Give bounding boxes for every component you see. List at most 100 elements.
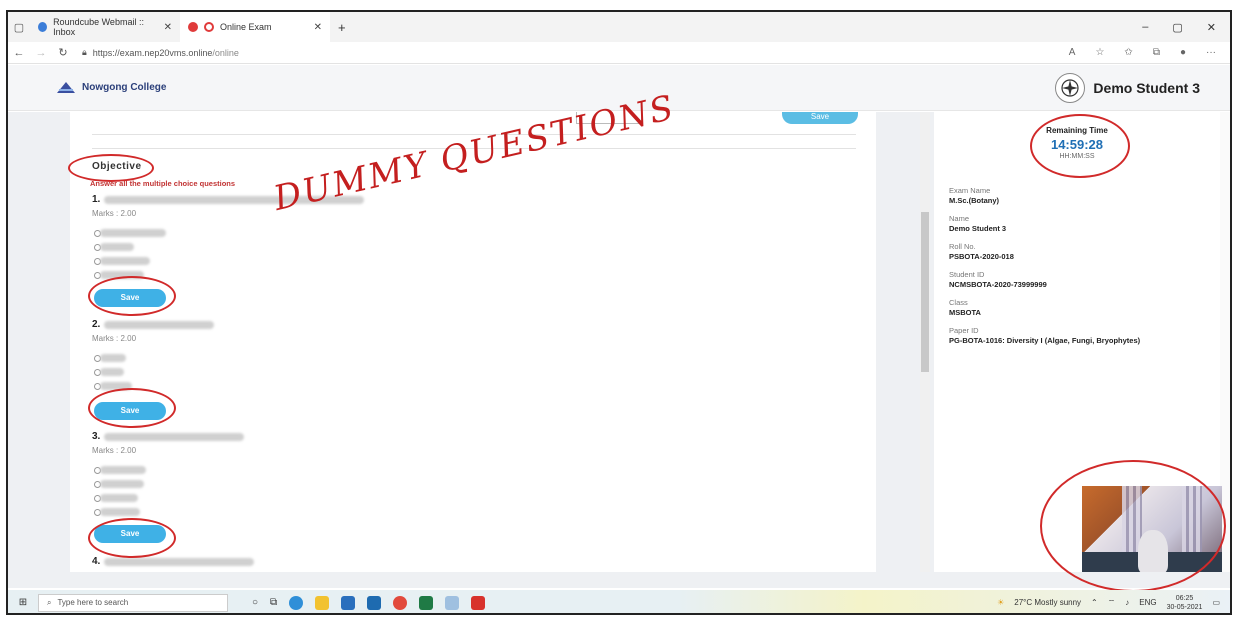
store-icon[interactable] bbox=[341, 595, 356, 610]
close-icon[interactable]: ✕ bbox=[314, 22, 322, 33]
field-label: Exam Name bbox=[949, 186, 991, 195]
annotation-circle bbox=[88, 276, 176, 316]
network-icon[interactable]: ⌔ bbox=[1108, 598, 1116, 608]
address-bar: ← → ↻ 🔒︎ https://exam.nep20vms.online/on… bbox=[8, 42, 1230, 64]
tab-roundcube[interactable]: Roundcube Webmail :: Inbox ✕ bbox=[30, 12, 180, 42]
more-menu-icon[interactable]: ··· bbox=[1206, 47, 1216, 58]
compass-icon bbox=[1061, 78, 1080, 97]
taskbar-search[interactable]: ⌕ Type here to search bbox=[38, 593, 228, 612]
forward-arrow-icon[interactable]: → bbox=[30, 47, 52, 59]
url-field[interactable]: 🔒︎ https://exam.nep20vms.online/online bbox=[82, 47, 239, 58]
back-arrow-icon[interactable]: ← bbox=[8, 47, 30, 59]
field-label: Roll No. bbox=[949, 242, 976, 251]
blurred-option bbox=[100, 368, 124, 376]
question-marks: Marks : 2.00 bbox=[92, 334, 137, 343]
notification-icon[interactable]: ▭ bbox=[1212, 598, 1220, 607]
photos-icon[interactable] bbox=[445, 595, 460, 610]
field-value: NCMSBOTA-2020-73999999 bbox=[949, 280, 1047, 289]
tab-online-exam[interactable]: Online Exam ✕ bbox=[180, 12, 330, 42]
file-explorer-icon[interactable] bbox=[315, 595, 330, 610]
browser-tab-bar: ▢ Roundcube Webmail :: Inbox ✕ Online Ex… bbox=[8, 12, 1230, 42]
taskbar-apps: ○ ⧉ bbox=[252, 595, 486, 610]
field-label: Student ID bbox=[949, 270, 985, 279]
scrollbar-thumb[interactable] bbox=[921, 212, 929, 372]
windows-taskbar: ⊞ ⌕ Type here to search ○ ⧉ ☀ 27°C Mostl… bbox=[8, 590, 1230, 613]
window-controls: – ▢ ✕ bbox=[1142, 21, 1230, 34]
question-number: 4. bbox=[92, 556, 101, 567]
windows-start-icon[interactable]: ⊞ bbox=[8, 597, 38, 608]
weather-icon: ☀ bbox=[997, 598, 1005, 607]
field-label: Class bbox=[949, 298, 968, 307]
favorites-icon[interactable]: ✩ bbox=[1124, 47, 1132, 58]
tab-actions-icon[interactable]: ▢ bbox=[8, 21, 30, 34]
question-scrollbar[interactable] bbox=[920, 112, 930, 572]
new-tab-button[interactable]: + bbox=[330, 20, 346, 35]
chevron-up-icon[interactable]: ⌃ bbox=[1091, 598, 1098, 607]
blurred-option bbox=[100, 243, 134, 251]
lock-icon: 🔒︎ bbox=[82, 47, 87, 57]
blurred-option bbox=[100, 480, 144, 488]
taskbar-clock[interactable]: 06:25 30-05-2021 bbox=[1167, 594, 1203, 612]
close-window-button[interactable]: ✕ bbox=[1207, 21, 1216, 34]
tab-label: Online Exam bbox=[220, 22, 272, 32]
paper-id-field: Paper ID PG-BOTA-1016: Diversity I (Alga… bbox=[949, 326, 1140, 345]
annotation-circle bbox=[68, 154, 154, 182]
tab-label: Roundcube Webmail :: Inbox bbox=[53, 17, 144, 37]
search-placeholder: Type here to search bbox=[57, 598, 129, 607]
annotation-circle bbox=[1040, 460, 1226, 592]
exam-name-field: Exam Name M.Sc.(Botany) bbox=[949, 186, 999, 205]
question-number: 1. bbox=[92, 194, 101, 205]
task-view-icon[interactable]: ⧉ bbox=[270, 597, 277, 608]
top-save-button[interactable]: Save bbox=[782, 112, 858, 124]
user-menu[interactable]: Demo Student 3 bbox=[1055, 72, 1230, 103]
field-label: Paper ID bbox=[949, 326, 979, 335]
blurred-question-text bbox=[104, 558, 254, 566]
system-tray: ☀ 27°C Mostly sunny ⌃ ⌔ ♪ ENG 06:25 30-0… bbox=[997, 594, 1230, 612]
blurred-option bbox=[100, 466, 146, 474]
blurred-option bbox=[100, 229, 166, 237]
close-icon[interactable]: ✕ bbox=[164, 22, 172, 33]
field-value: Demo Student 3 bbox=[949, 224, 1007, 233]
roll-number-field: Roll No. PSBOTA-2020-018 bbox=[949, 242, 1014, 261]
question-number: 3. bbox=[92, 431, 101, 442]
field-value: PG-BOTA-1016: Diversity I (Algae, Fungi,… bbox=[949, 336, 1141, 345]
add-favorite-icon[interactable]: ☆ bbox=[1095, 47, 1104, 58]
college-logo-icon bbox=[57, 81, 75, 93]
blurred-option bbox=[100, 508, 140, 516]
weather-text[interactable]: 27°C Mostly sunny bbox=[1014, 598, 1081, 607]
language-indicator[interactable]: ENG bbox=[1139, 598, 1156, 607]
annotation-circle bbox=[88, 388, 176, 428]
field-value: M.Sc.(Botany) bbox=[949, 196, 1000, 205]
search-icon: ⌕ bbox=[47, 597, 52, 607]
annotation-circle bbox=[88, 518, 176, 558]
question-panel: Save Objective Answer all the multiple c… bbox=[70, 112, 876, 572]
read-aloud-icon[interactable]: A bbox=[1069, 47, 1076, 58]
blurred-option bbox=[100, 354, 126, 362]
collections-icon[interactable]: ⧉ bbox=[1153, 47, 1160, 58]
class-field: Class MSBOTA bbox=[949, 298, 981, 317]
maximize-button[interactable]: ▢ bbox=[1172, 21, 1182, 34]
cortana-icon[interactable]: ○ bbox=[252, 597, 258, 608]
horizontal-scrollbar[interactable] bbox=[8, 572, 1230, 588]
blurred-option bbox=[100, 494, 138, 502]
url-host: https://exam.nep20vms.online bbox=[92, 47, 213, 58]
question-number: 2. bbox=[92, 319, 101, 330]
excel-icon[interactable] bbox=[419, 595, 434, 610]
outlook-icon[interactable] bbox=[367, 595, 382, 610]
blurred-option bbox=[100, 257, 150, 265]
field-value: MSBOTA bbox=[949, 308, 981, 317]
chrome-icon[interactable] bbox=[393, 595, 408, 610]
avatar bbox=[1055, 72, 1086, 103]
refresh-icon[interactable]: ↻ bbox=[52, 46, 74, 59]
minimize-button[interactable]: – bbox=[1142, 21, 1148, 34]
profile-icon[interactable]: ● bbox=[1180, 47, 1186, 58]
edge-icon[interactable] bbox=[289, 595, 304, 610]
url-path: /online bbox=[212, 47, 239, 58]
blurred-question-text bbox=[104, 321, 214, 329]
recorder-icon[interactable] bbox=[471, 595, 486, 610]
volume-icon[interactable]: ♪ bbox=[1125, 598, 1129, 607]
annotation-circle bbox=[1030, 114, 1130, 178]
screenshot-frame: ▢ Roundcube Webmail :: Inbox ✕ Online Ex… bbox=[6, 10, 1232, 615]
brand[interactable]: Nowgong College bbox=[56, 81, 166, 95]
student-id-field: Student ID NCMSBOTA-2020-73999999 bbox=[949, 270, 1047, 289]
